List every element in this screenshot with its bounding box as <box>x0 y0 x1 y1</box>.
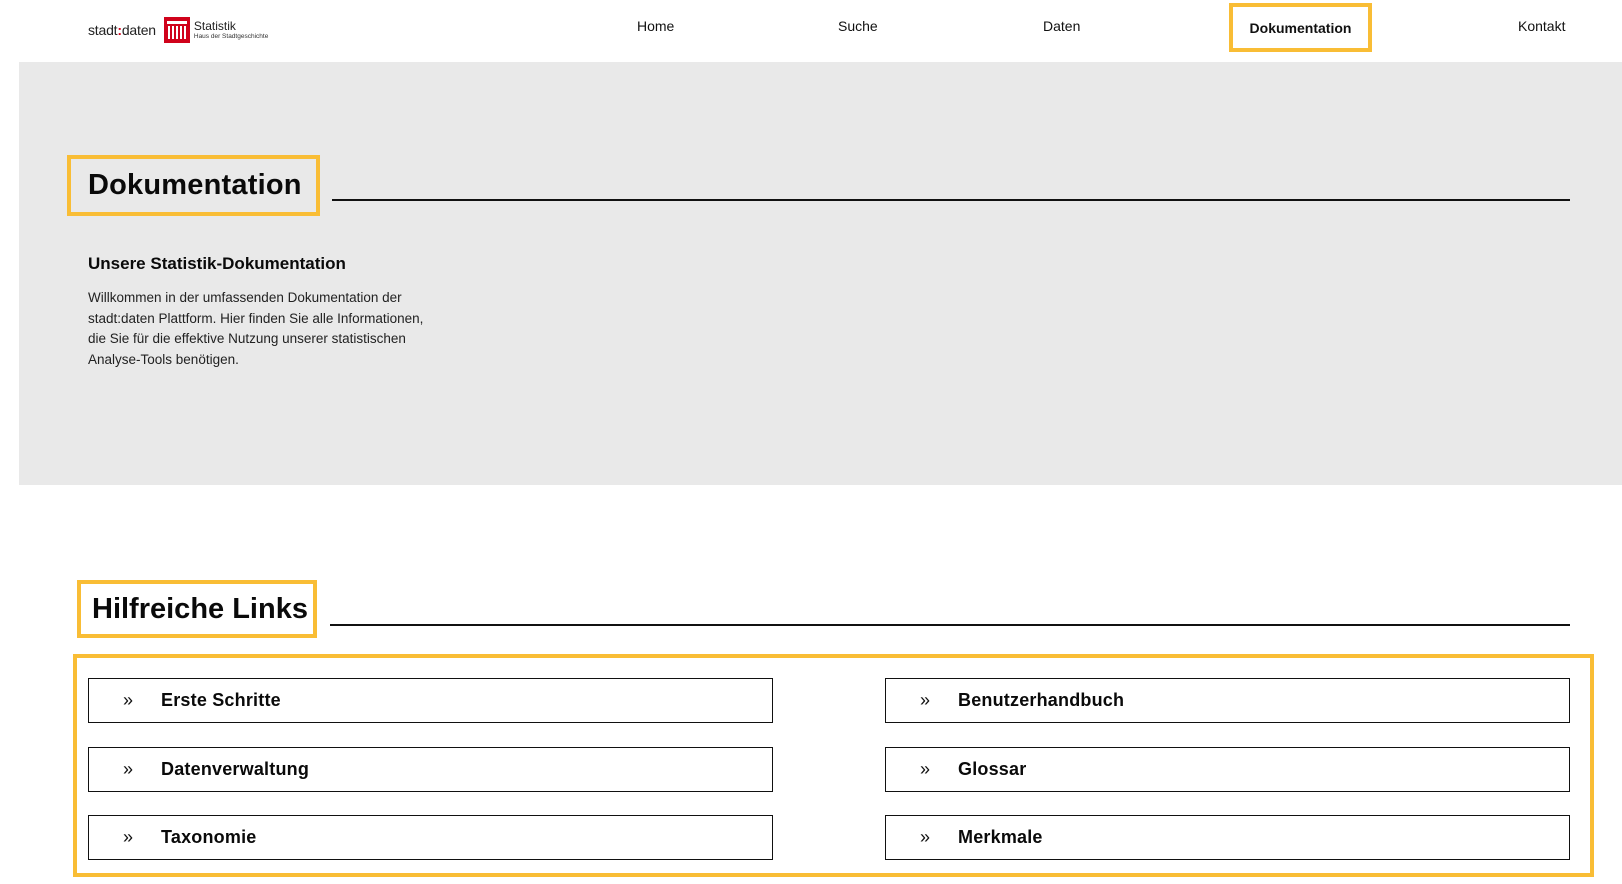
link-label: Datenverwaltung <box>161 759 310 779</box>
hero-title-highlight: Dokumentation <box>67 155 320 216</box>
page-title: Dokumentation <box>88 169 302 201</box>
building-logo-icon <box>163 17 190 43</box>
link-datenverwaltung[interactable]: » Datenverwaltung <box>88 747 773 792</box>
double-chevron-right-icon: » <box>919 690 930 710</box>
link-merkmale[interactable]: » Merkmale <box>885 815 1570 860</box>
double-chevron-right-icon: » <box>122 690 133 710</box>
links-section-title: Hilfreiche Links <box>92 592 308 625</box>
brand-title: Statistik <box>193 18 236 33</box>
brand-subtitle: Haus der Stadtgeschichte <box>193 32 269 40</box>
links-title-highlight: Hilfreiche Links <box>77 580 317 638</box>
double-chevron-right-icon: » <box>122 827 133 847</box>
brand-logo[interactable]: stadt:daten Statistik Haus der Stadtgesc… <box>88 15 268 45</box>
link-label: Erste Schritte <box>161 690 281 710</box>
link-label: Merkmale <box>958 827 1043 847</box>
nav-dokumentation[interactable]: Dokumentation <box>1229 3 1372 52</box>
hero-section: Dokumentation Unsere Statistik-Dokumenta… <box>19 62 1622 485</box>
nav-suche[interactable]: Suche <box>838 18 878 34</box>
site-header: stadt:daten Statistik Haus der Stadtgesc… <box>0 0 1622 62</box>
hero-description: Willkommen in der umfassenden Dokumentat… <box>88 290 424 367</box>
brand-wordmark: stadt:daten <box>88 22 156 38</box>
hero-subtitle: Unsere Statistik-Dokumentation <box>88 254 346 273</box>
nav-home[interactable]: Home <box>637 18 674 34</box>
double-chevron-right-icon: » <box>919 827 930 847</box>
link-benutzerhandbuch[interactable]: » Benutzerhandbuch <box>885 678 1570 723</box>
link-taxonomie[interactable]: » Taxonomie <box>88 815 773 860</box>
double-chevron-right-icon: » <box>919 759 930 779</box>
nav-daten[interactable]: Daten <box>1043 18 1080 34</box>
link-label: Glossar <box>958 759 1027 779</box>
brand-text: Statistik Haus der Stadtgeschichte <box>194 20 268 41</box>
link-glossar[interactable]: » Glossar <box>885 747 1570 792</box>
link-label: Benutzerhandbuch <box>958 690 1125 710</box>
link-erste-schritte[interactable]: » Erste Schritte <box>88 678 773 723</box>
nav-kontakt[interactable]: Kontakt <box>1518 18 1565 34</box>
link-label: Taxonomie <box>161 827 257 847</box>
double-chevron-right-icon: » <box>122 759 133 779</box>
links-divider <box>330 624 1570 626</box>
title-divider <box>332 199 1570 201</box>
